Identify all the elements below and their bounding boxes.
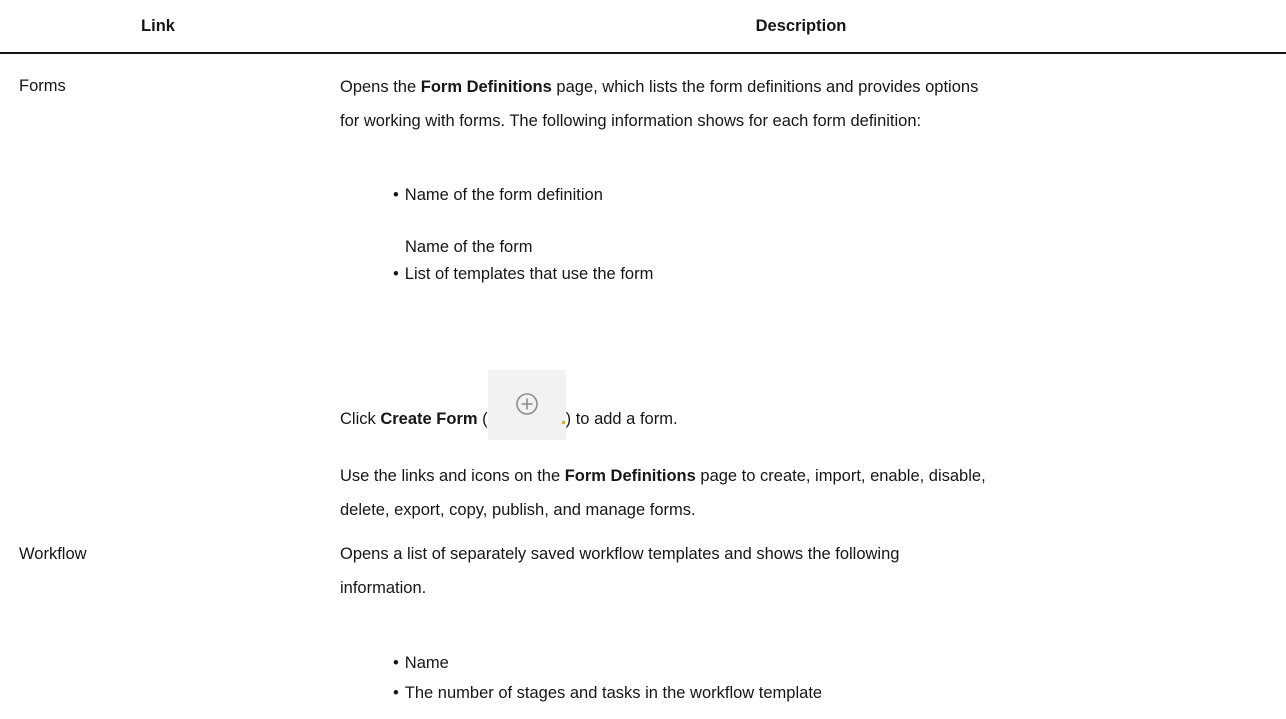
forms-desc-line1: Opens the Form Definitions page, which l…: [340, 70, 1270, 104]
plus-circle-icon: [515, 393, 538, 415]
forms-use-line1: Use the links and icons on the Form Defi…: [340, 459, 1270, 493]
forms-bullet-list-2: List of templates that use the form: [393, 259, 654, 289]
row-workflow-link: Workflow: [19, 545, 87, 563]
workflow-bullet-list: Name The number of stages and tasks in t…: [393, 648, 822, 708]
forms-use-line2: delete, export, copy, publish, and manag…: [340, 501, 696, 519]
list-item: Name of the form definition: [393, 180, 603, 210]
workflow-desc-line2: information.: [340, 579, 427, 597]
forms-desc-line1-bold: Form Definitions: [420, 78, 552, 96]
forms-desc-line1-post: page, which lists the form definitions a…: [551, 78, 979, 96]
click-post: ) to add a form.: [565, 410, 678, 428]
forms-bullet-list-1: Name of the form definition: [393, 180, 603, 210]
header-divider: [0, 52, 1286, 54]
create-form-label: Create Form: [380, 410, 478, 428]
create-form-button[interactable]: [487, 370, 566, 440]
use-line1-bold: Form Definitions: [564, 467, 696, 485]
use-line1-post: page to create, import, enable, disable,: [695, 467, 986, 485]
row-workflow-description: Opens a list of separately saved workflo…: [340, 537, 1270, 605]
workflow-desc-line1: Opens a list of separately saved workflo…: [340, 545, 900, 563]
list-item: Name: [393, 648, 822, 678]
click-pre: Click: [340, 410, 381, 428]
forms-usage-text: Use the links and icons on the Form Defi…: [340, 459, 1270, 527]
row-forms-description: Opens the Form Definitions page, which l…: [340, 70, 1270, 138]
link-description-table: Link Description Forms Opens the Form De…: [0, 0, 1286, 719]
use-line1-pre: Use the links and icons on the: [340, 467, 565, 485]
forms-subnote: Name of the form: [405, 238, 533, 256]
header-description: Description: [755, 17, 847, 35]
list-item: List of templates that use the form: [393, 259, 654, 289]
icon-accent-dot: [561, 421, 565, 424]
forms-create-line: Click Create Form ( ) to add a form.: [340, 370, 678, 440]
header-link: Link: [141, 17, 175, 35]
list-item: The number of stages and tasks in the wo…: [393, 678, 822, 708]
forms-desc-line2: for working with forms. The following in…: [340, 112, 922, 130]
row-forms-link: Forms: [19, 77, 66, 95]
forms-desc-line1-pre: Opens the: [340, 78, 421, 96]
click-open: (: [477, 410, 488, 428]
table-header-row: Link Description: [0, 0, 1286, 52]
